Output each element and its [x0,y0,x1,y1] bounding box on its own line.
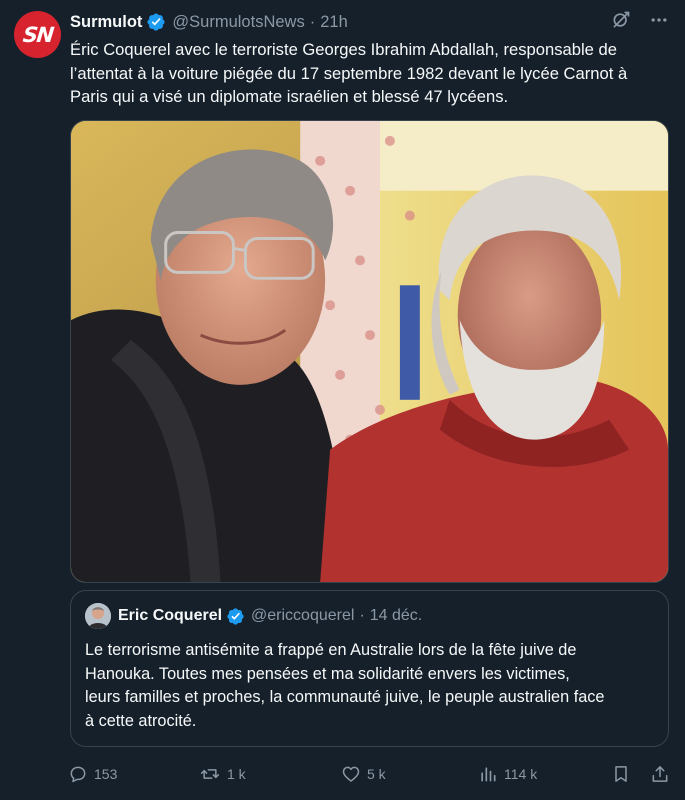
avatar-initials: SN [21,22,54,47]
repost-icon [200,769,220,779]
quoted-tweet[interactable]: Eric Coquerel @ericcoquerel · 14 déc. Le… [70,590,669,747]
repost-button[interactable]: 1 k [199,763,246,785]
quoted-tweet-header: Eric Coquerel @ericcoquerel · 14 déc. [118,605,422,627]
quoted-avatar-image [85,603,111,629]
more-icon[interactable] [649,10,669,30]
author-handle[interactable]: @SurmulotsNews [172,13,304,32]
bookmark-button[interactable] [611,763,631,785]
tweet-photo[interactable] [70,120,669,583]
repost-count: 1 k [227,766,246,782]
share-icon [652,766,668,782]
author-display-name[interactable]: Surmulot [70,13,142,32]
views-count: 114 k [504,766,538,782]
tweet-text: Éric Coquerel avec le terroriste Georges… [70,40,628,106]
tweet-header: Surmulot @SurmulotsNews · 21h [70,9,348,35]
quoted-author-avatar[interactable] [85,603,111,629]
like-icon [342,766,360,782]
share-button[interactable] [650,763,670,785]
views-button[interactable]: 114 k [478,763,537,785]
views-icon [481,767,496,782]
verified-badge-icon [227,607,244,625]
author-avatar[interactable]: SN [14,11,61,58]
tweet: SN Surmulot @SurmulotsNews · 21h Éric Co… [0,0,685,800]
quoted-tweet-timestamp[interactable]: 14 déc. [370,607,422,625]
reply-icon [70,766,86,783]
bookmark-icon [615,766,627,782]
tweet-timestamp[interactable]: 21h [320,13,348,32]
header-separator: · [309,12,316,31]
reply-button[interactable]: 153 [68,763,117,785]
quoted-tweet-text: Le terrorisme antisémite a frappé en Aus… [85,641,605,730]
like-button[interactable]: 5 k [341,763,386,785]
photo-image [71,121,668,582]
tweet-action-bar: 153 1 k 5 k 114 k [68,763,672,785]
tweet-top-actions [611,10,669,30]
quoted-author-display-name[interactable]: Eric Coquerel [118,607,222,625]
reply-count: 153 [94,766,118,782]
quoted-header-separator: · [359,607,365,624]
quoted-author-handle[interactable]: @ericcoquerel [251,607,354,625]
verified-badge-icon [147,13,165,31]
like-count: 5 k [367,766,386,782]
grok-icon[interactable] [611,10,631,30]
